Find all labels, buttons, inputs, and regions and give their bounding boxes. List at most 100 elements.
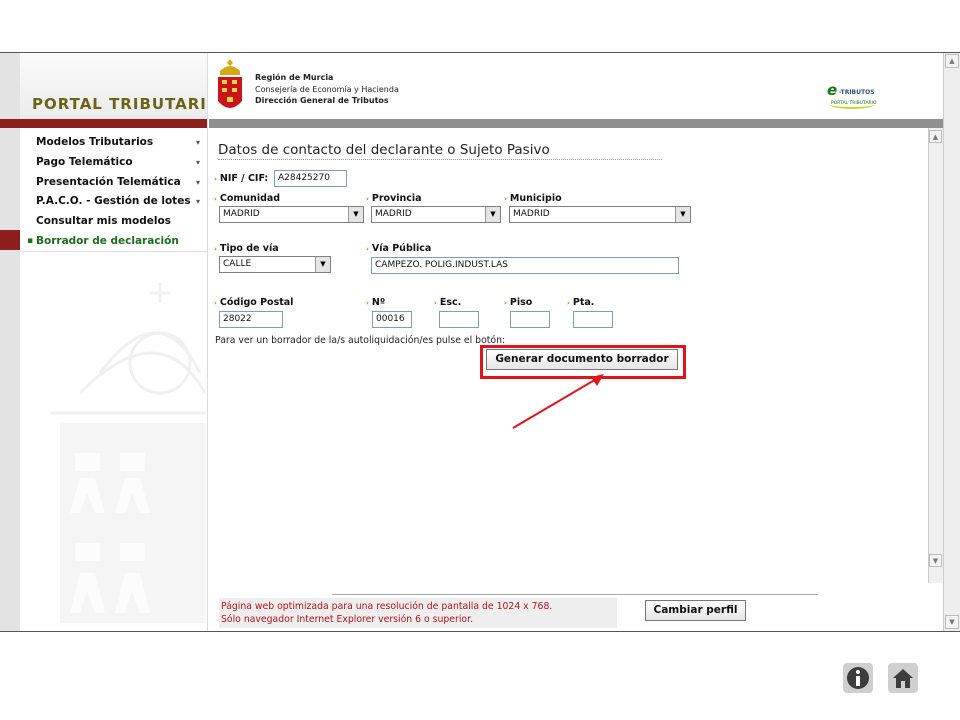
sidebar-menu: Modelos Tributarios ▾ Pago Telemático ▾ …	[20, 133, 207, 252]
codigo-postal-label: › Código Postal	[214, 297, 293, 308]
info-icon[interactable]	[843, 663, 873, 693]
portal-title: PORTAL TRIBUTARIO	[32, 95, 208, 113]
arrow-right-icon: ›	[504, 195, 507, 203]
esc-field[interactable]	[439, 311, 479, 328]
coat-of-arms-watermark	[50, 283, 205, 623]
comunidad-select[interactable]: MADRID ▼	[219, 206, 364, 223]
left-red-bar	[0, 119, 207, 128]
provincia-label: › Provincia	[366, 193, 422, 204]
nif-label: › NIF / CIF:	[214, 173, 268, 184]
browser-frame: PORTAL TRIBUTARIO Modelos Tributarios ▾ …	[0, 52, 960, 632]
sidebar-item-consultar-modelos[interactable]: Consultar mis modelos	[20, 212, 207, 232]
brand-e: e	[827, 81, 838, 99]
left-strip	[0, 53, 20, 631]
org-name-region: Región de Murcia	[255, 73, 334, 82]
municipio-value: MADRID	[513, 209, 550, 219]
provincia-label-text: Provincia	[371, 193, 422, 204]
arrow-right-icon: ›	[504, 299, 507, 307]
arrow-right-icon: ›	[214, 175, 217, 183]
sidebar-item-label: Modelos Tributarios	[36, 136, 154, 148]
chevron-down-icon: ▼	[348, 207, 363, 222]
site-header: Región de Murcia Consejería de Economía …	[209, 53, 943, 119]
chevron-down-icon: ▾	[195, 197, 200, 207]
comunidad-label-text: Comunidad	[219, 193, 281, 204]
footer-note: Página web optimizada para una resolució…	[219, 598, 617, 628]
brand-subtitle: PORTAL TRIBUTARIO	[831, 101, 877, 106]
generate-draft-button[interactable]: Generar documento borrador	[486, 349, 678, 370]
chevron-down-icon: ▾	[195, 177, 200, 187]
municipio-label-text: Municipio	[509, 193, 562, 204]
esc-label-text: Esc.	[439, 297, 462, 308]
main-content: Datos de contacto del declarante o Sujet…	[209, 128, 929, 583]
municipio-select[interactable]: MADRID ▼	[509, 206, 691, 223]
page-title: Datos de contacto del declarante o Sujet…	[218, 142, 662, 160]
org-name-consejeria: Consejería de Economía y Hacienda	[255, 85, 399, 94]
brand-text: -TRIBUTOS	[839, 89, 875, 96]
numero-label-text: Nº	[371, 297, 386, 308]
chevron-down-icon: ▾	[195, 138, 200, 147]
arrow-right-icon: ›	[434, 299, 437, 307]
sidebar-item-borrador-declaracion[interactable]: ▪ Borrador de declaración	[20, 232, 207, 252]
arrow-right-icon: ›	[567, 299, 570, 307]
sidebar-item-paco-gestion-lotes[interactable]: P.A.C.O. - Gestión de lotes ▾	[20, 192, 207, 212]
sidebar-item-modelos-tributarios[interactable]: Modelos Tributarios ▾	[20, 133, 207, 153]
sidebar-item-presentacion-telematica[interactable]: Presentación Telemática ▾	[20, 173, 207, 193]
arrow-right-icon: ›	[366, 195, 369, 203]
nif-field[interactable]: A28425270	[274, 170, 347, 187]
active-item-marker	[0, 230, 20, 250]
scroll-up-arrow-icon[interactable]: ▲	[929, 130, 942, 143]
tipo-via-select[interactable]: CALLE ▼	[219, 256, 331, 273]
sidebar-item-pago-telematico[interactable]: Pago Telemático ▾	[20, 153, 207, 173]
via-publica-label-text: Vía Pública	[371, 243, 432, 254]
chevron-down-icon: ▼	[485, 207, 500, 222]
pta-label: › Pta.	[567, 297, 594, 308]
numero-label: › Nº	[366, 297, 385, 308]
menu-divider	[20, 251, 207, 252]
comunidad-value: MADRID	[223, 209, 260, 219]
chevron-down-icon: ▼	[315, 257, 330, 272]
sidebar-item-label: P.A.C.O. - Gestión de lotes	[36, 195, 191, 208]
codigo-postal-field[interactable]: 28022	[219, 311, 283, 328]
footer-resolution-note: Página web optimizada para una resolució…	[221, 601, 553, 612]
arrow-right-icon: ›	[214, 195, 217, 203]
provincia-select[interactable]: MADRID ▼	[371, 206, 501, 223]
scroll-down-arrow-icon[interactable]: ▼	[945, 615, 959, 629]
sidebar-item-label: Borrador de declaración	[36, 234, 179, 247]
content-scrollbar[interactable]: ▲ ▼	[928, 128, 943, 583]
numero-field[interactable]: 00016	[372, 311, 412, 328]
sidebar-item-label: Presentación Telemática	[36, 175, 181, 188]
esc-label: › Esc.	[434, 297, 461, 308]
home-icon[interactable]	[888, 663, 918, 693]
provincia-value: MADRID	[375, 209, 412, 219]
scroll-down-arrow-icon[interactable]: ▼	[929, 554, 942, 567]
arrow-right-icon: ›	[366, 245, 369, 253]
nif-label-text: NIF / CIF:	[219, 173, 269, 184]
outer-scrollbar[interactable]: ▲ ▼	[943, 53, 960, 631]
arrow-right-icon: ›	[214, 245, 217, 253]
header-gray-bar	[209, 119, 943, 128]
bullet-icon: ▪	[27, 235, 34, 246]
sidebar-item-label: Consultar mis modelos	[36, 215, 171, 228]
pta-label-text: Pta.	[572, 297, 595, 308]
portal-logo-area: PORTAL TRIBUTARIO	[20, 53, 208, 119]
e-tributos-logo: e -TRIBUTOS PORTAL TRIBUTARIO	[827, 79, 877, 113]
piso-field[interactable]	[510, 311, 550, 328]
piso-label-text: Piso	[509, 297, 533, 308]
scroll-up-arrow-icon[interactable]: ▲	[945, 54, 959, 68]
via-publica-label: › Vía Pública	[366, 243, 431, 254]
municipio-label: › Municipio	[504, 193, 562, 204]
tipo-via-value: CALLE	[223, 259, 252, 269]
change-profile-button[interactable]: Cambiar perfil	[645, 600, 746, 621]
left-column: PORTAL TRIBUTARIO Modelos Tributarios ▾ …	[0, 53, 208, 631]
pta-field[interactable]	[573, 311, 613, 328]
sidebar-item-label: Pago Telemático	[36, 155, 133, 168]
footer-browser-note: Sólo navegador Internet Explorer versión…	[221, 614, 474, 625]
via-publica-field[interactable]: CAMPEZO. POLIG.INDUST.LAS	[371, 257, 679, 274]
arrow-right-icon: ›	[214, 299, 217, 307]
org-name-direccion: Dirección General de Tributos	[255, 96, 389, 105]
comunidad-label: › Comunidad	[214, 193, 280, 204]
piso-label: › Piso	[504, 297, 532, 308]
region-coat-of-arms-icon	[218, 59, 242, 108]
tipo-via-label: › Tipo de vía	[214, 243, 279, 254]
borrador-hint-text: Para ver un borrador de la/s autoliquida…	[215, 335, 506, 346]
